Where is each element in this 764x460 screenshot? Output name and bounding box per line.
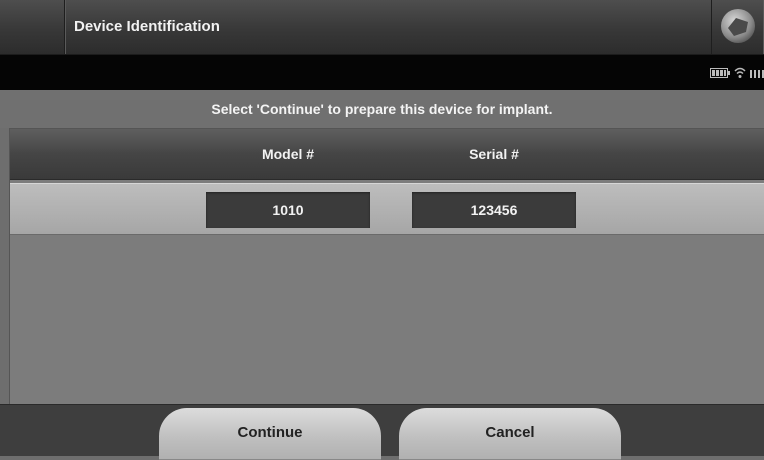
device-table: Model # Serial # 1010 123456 <box>9 128 764 405</box>
column-header-model: Model # <box>261 146 315 162</box>
column-header-serial: Serial # <box>469 146 519 162</box>
title-bar: Device Identification <box>0 0 764 55</box>
device-icon <box>721 9 755 43</box>
battery-icon <box>710 68 730 78</box>
cancel-button[interactable]: Cancel <box>399 408 621 460</box>
table-header: Model # Serial # <box>10 129 764 180</box>
status-bar <box>0 55 764 90</box>
page-title: Device Identification <box>74 18 220 35</box>
back-area[interactable] <box>0 0 65 54</box>
wifi-icon <box>734 67 746 78</box>
continue-button[interactable]: Continue <box>159 408 381 460</box>
model-number-cell: 1010 <box>206 192 370 228</box>
table-row[interactable]: 1010 123456 <box>10 183 764 235</box>
signal-icon <box>750 70 764 78</box>
serial-number-cell: 123456 <box>412 192 576 228</box>
instruction-text: Select 'Continue' to prepare this device… <box>0 90 764 128</box>
device-menu-button[interactable] <box>711 0 764 54</box>
action-bar: Continue Cancel <box>0 404 764 460</box>
